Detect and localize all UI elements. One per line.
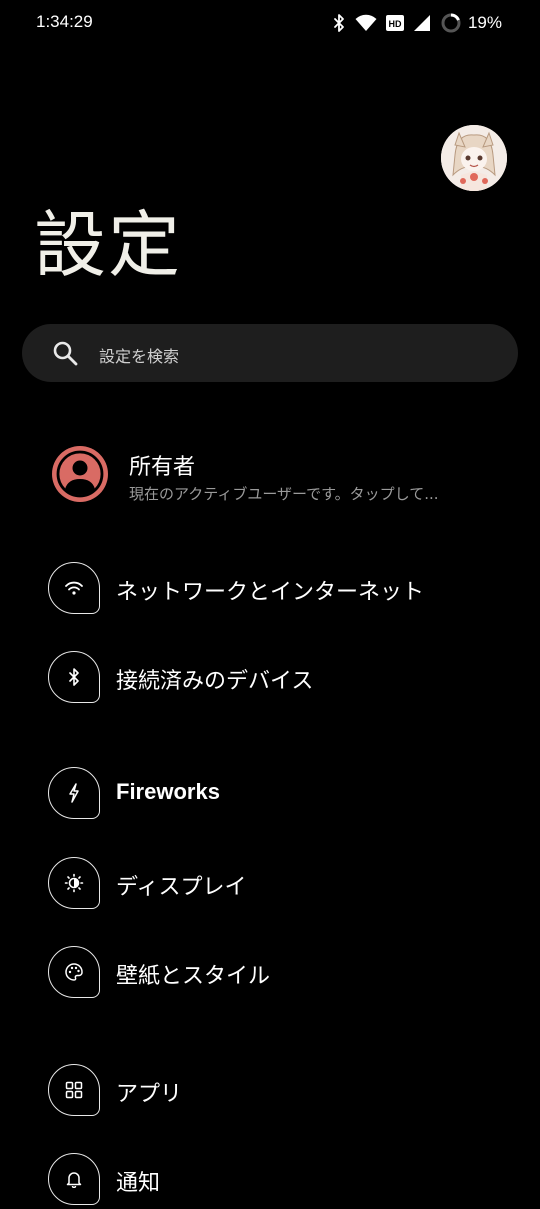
brightness-icon <box>48 857 100 909</box>
owner-profile-row[interactable]: 所有者 現在のアクティブユーザーです。タップして... <box>0 440 540 508</box>
search-placeholder: 設定を検索 <box>99 347 180 366</box>
settings-item-label: 壁紙とスタイル <box>116 964 271 989</box>
user-avatar-icon <box>52 446 108 502</box>
settings-item-label: ディスプレイ <box>116 875 247 900</box>
account-avatar[interactable] <box>441 125 507 191</box>
hd-icon: HD <box>385 15 404 31</box>
hd-badge-text: HD <box>388 19 401 29</box>
status-icons: HD 19% <box>332 10 502 36</box>
settings-item-label: Fireworks <box>116 779 220 804</box>
cell-signal-icon <box>413 14 431 32</box>
wifi-icon <box>48 562 100 614</box>
palette-icon <box>48 946 100 998</box>
apps-grid-icon <box>48 1064 100 1116</box>
settings-item-label: 通知 <box>116 1171 161 1196</box>
battery-percent: 19% <box>467 13 502 32</box>
lightning-icon <box>48 767 100 819</box>
bluetooth-icon <box>48 651 100 703</box>
status-time: 1:34:29 <box>36 12 93 31</box>
owner-name: 所有者 <box>129 455 196 480</box>
wifi-icon <box>355 14 377 32</box>
settings-item-connected-devices[interactable]: 接続済みのデバイス <box>0 651 540 707</box>
bell-icon <box>48 1153 100 1205</box>
avatar-illustration <box>441 125 507 191</box>
owner-subtitle: 現在のアクティブユーザーです。タップして... <box>129 485 439 503</box>
settings-item-apps[interactable]: アプリ <box>0 1064 540 1120</box>
settings-item-wallpaper-style[interactable]: 壁紙とスタイル <box>0 946 540 1002</box>
search-bar[interactable]: 設定を検索 <box>22 324 518 382</box>
settings-item-fireworks[interactable]: Fireworks <box>0 767 540 823</box>
settings-item-notifications[interactable]: 通知 <box>0 1153 540 1209</box>
settings-item-label: アプリ <box>116 1082 183 1107</box>
settings-item-label: 接続済みのデバイス <box>116 669 314 694</box>
search-icon <box>52 340 78 370</box>
settings-item-display[interactable]: ディスプレイ <box>0 857 540 913</box>
page-title: 設定 <box>34 203 183 287</box>
settings-item-network[interactable]: ネットワークとインターネット <box>0 562 540 618</box>
battery-ring-icon <box>440 12 462 34</box>
settings-item-label: ネットワークとインターネット <box>116 580 425 605</box>
bluetooth-icon <box>332 13 346 33</box>
status-bar: 1:34:29 HD 19% <box>0 0 540 46</box>
